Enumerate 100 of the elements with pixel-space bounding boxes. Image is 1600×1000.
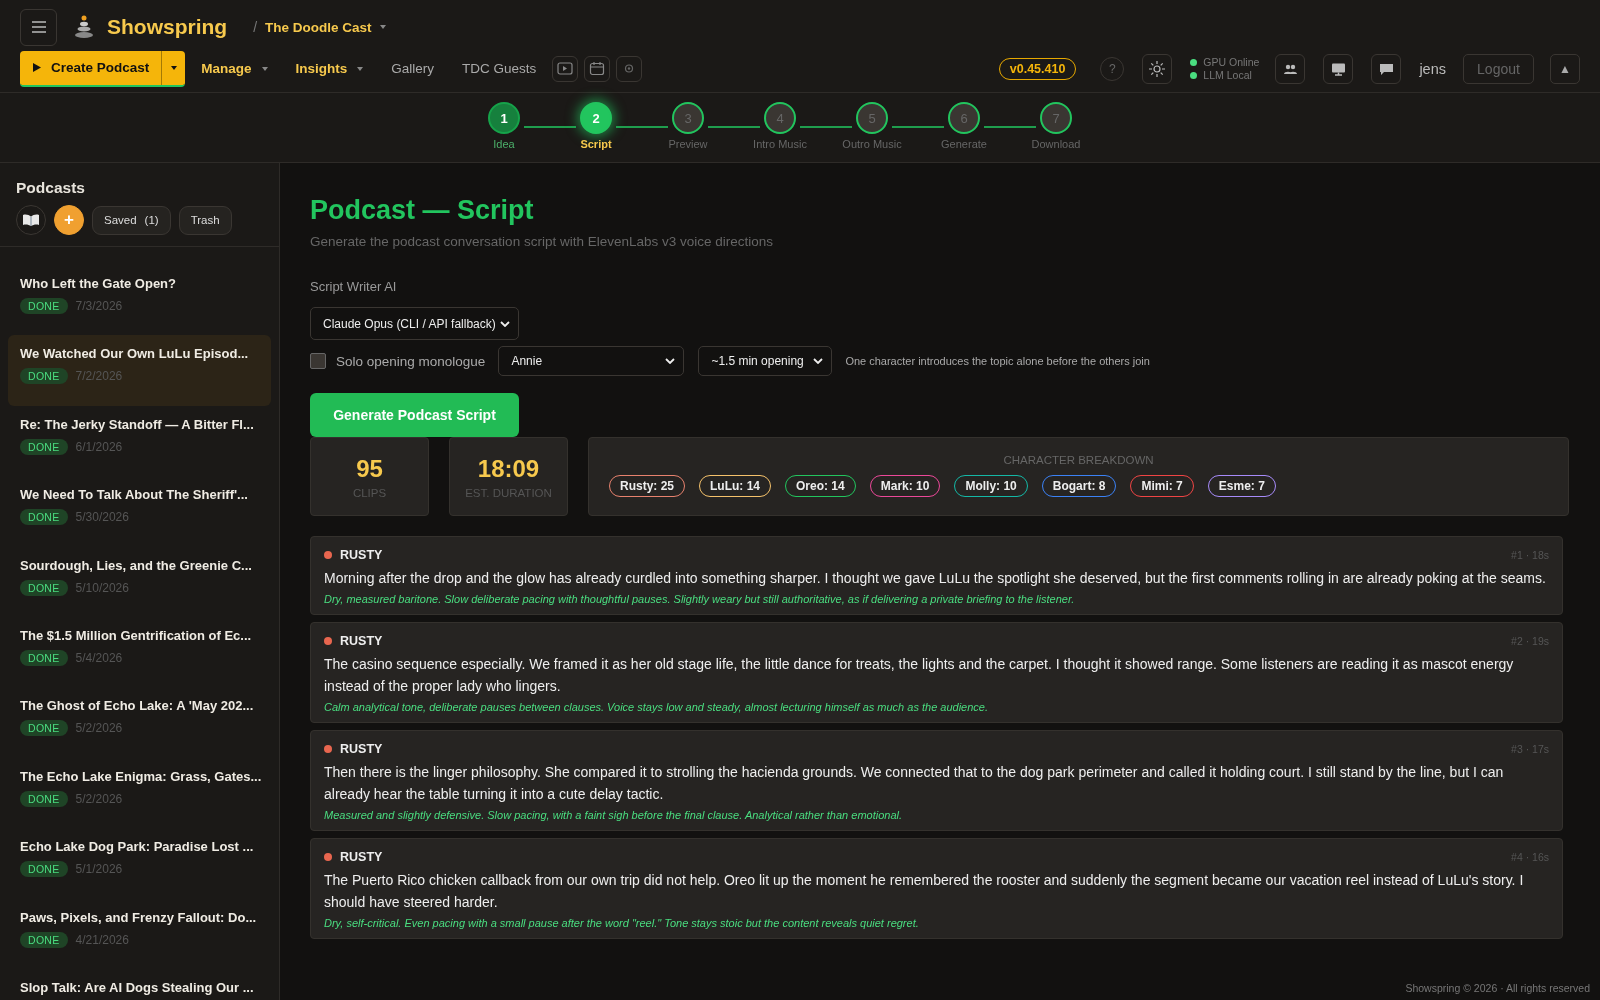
- nav-link[interactable]: Manage: [201, 61, 268, 76]
- line-text: The casino sequence especially. We framed it as her old stage life, the little dance for treats, the lights and the carpet. I thought it showed range. Some listeners are reading it as mascot energy instead of the proper lady who lingers.: [324, 654, 1515, 696]
- chevron-icon: [665, 358, 676, 364]
- chevron-icon: [813, 358, 824, 364]
- podcast-title: Echo Lake Dog Park: Paradise Lost ...: [20, 838, 254, 856]
- voice-direction: Measured and slightly defensive. Slow pacing, with a faint sigh before the final clause. Analytical rather than emotional.: [324, 808, 904, 821]
- video-icon: [557, 61, 574, 76]
- theme-button[interactable]: [1142, 53, 1173, 84]
- podcast-date: 6/1/2026: [75, 439, 123, 454]
- status-tag: DONE: [20, 509, 68, 526]
- toolbar-button[interactable]: [584, 55, 611, 82]
- speaker-name: RUSTY: [340, 741, 383, 756]
- toolbar-button[interactable]: [1275, 53, 1306, 84]
- step-label: Download: [1031, 138, 1081, 150]
- book-icon: [23, 214, 39, 226]
- caret-icon: [261, 66, 268, 71]
- podcast-title: Re: The Jerky Standoff — A Bitter Fl...: [20, 415, 254, 433]
- step-label: Idea: [493, 138, 515, 150]
- podcast-date: 7/3/2026: [75, 299, 123, 313]
- chat-icon: [1378, 61, 1394, 76]
- status-tag: DONE: [20, 720, 68, 737]
- toolbar-button[interactable]: [1371, 53, 1402, 84]
- nav-link[interactable]: Insights: [295, 61, 364, 76]
- caret-icon: [379, 25, 386, 29]
- podcast-item[interactable]: Echo Lake Dog Park: Paradise Lost ... DONE 5/1/2026: [8, 828, 271, 899]
- step-label: Generate: [941, 138, 987, 150]
- library-button[interactable]: [16, 205, 46, 235]
- step-circle[interactable]: 1: [488, 102, 520, 134]
- field-label: Script Writer AI: [310, 279, 398, 294]
- page-subtitle: Generate the podcast conversation script with ElevenLabs v3 voice directions: [310, 234, 774, 249]
- chevron-icon: [500, 320, 510, 327]
- podcast-item[interactable]: We Watched Our Own LuLu Episod... DONE 7/2/2026: [8, 335, 271, 406]
- length-select[interactable]: ~1.5 min opening: [698, 346, 833, 376]
- status-tag: DONE: [20, 368, 68, 385]
- podcast-item[interactable]: The Ghost of Echo Lake: A 'May 202... DONE 5/2/2026: [8, 687, 271, 758]
- status-tag: DONE: [20, 861, 68, 878]
- podcast-title: We Need To Talk About The Sheriff'...: [20, 486, 248, 504]
- dropdown-button[interactable]: [161, 50, 186, 85]
- podcast-item[interactable]: We Need To Talk About The Sheriff'... DONE 5/30/2026: [8, 476, 271, 547]
- nav-link[interactable]: TDC Guests: [462, 61, 537, 76]
- podcast-date: 7/2/2026: [75, 369, 123, 384]
- podcast-item[interactable]: Paws, Pixels, and Frenzy Fallout: Do... DONE 4/21/2026: [8, 898, 271, 969]
- podcast-item[interactable]: The Echo Lake Enigma: Grass, Gates... DONE 5/2/2026: [8, 757, 271, 829]
- stat-value: 95: [356, 454, 383, 483]
- step-connector: [892, 126, 944, 128]
- podcast-title: The Echo Lake Enigma: Grass, Gates...: [20, 767, 262, 785]
- podcast-title: Slop Talk: Are AI Dogs Stealing Our ...: [20, 978, 254, 996]
- podcast-date: 5/2/2026: [75, 721, 123, 736]
- line-text: The Puerto Rico chicken callback from our own trip did not help. Oreo lit up the moment he remembered the rooster and suddenly the segment became our vacation reel instead of LuLu's story. I should have steered harder.: [324, 870, 1525, 912]
- trash-button[interactable]: Trash: [178, 205, 232, 235]
- podcast-date: 5/1/2026: [75, 862, 123, 877]
- user-name: jens: [1419, 60, 1446, 77]
- brand-name: Showspring: [107, 15, 228, 39]
- hint-text: One character introduces the topic alone before the others join: [845, 355, 1150, 367]
- checkbox[interactable]: [310, 353, 326, 369]
- podcast-date: 5/30/2026: [75, 510, 129, 525]
- status-tag: DONE: [20, 790, 68, 807]
- nav-link[interactable]: Gallery: [391, 61, 435, 76]
- podcast-date: 5/10/2026: [75, 580, 129, 595]
- status-tag: DONE: [20, 649, 68, 666]
- podcast-item[interactable]: The $1.5 Million Gentrification of Ec... DONE 5/4/2026: [8, 616, 271, 688]
- play-icon: [33, 63, 41, 72]
- writer-select[interactable]: Claude Opus (CLI / API fallback): [310, 307, 519, 340]
- podcast-item[interactable]: Re: The Jerky Standoff — A Bitter Fl... DONE 6/1/2026: [8, 405, 271, 477]
- voice-direction: Dry, self-critical. Even pacing with a small pause after the word "reel." Tone stays stoic but the content reveals quiet regret.: [324, 916, 920, 929]
- stat-value: 18:09: [477, 454, 540, 483]
- create-podcast-button[interactable]: Create Podcast: [20, 50, 162, 85]
- stacked-stones-icon: [73, 15, 95, 39]
- saved-button[interactable]: Saved (1): [92, 205, 171, 235]
- step-connector: [708, 126, 760, 128]
- podcast-title: Paws, Pixels, and Frenzy Fallout: Do...: [20, 908, 257, 926]
- status-tag: DONE: [20, 931, 68, 948]
- speaker-name: RUSTY: [340, 633, 383, 648]
- podcast-date: 5/2/2026: [75, 791, 123, 806]
- podcast-title: We Watched Our Own LuLu Episod...: [20, 345, 249, 363]
- breakdown-title: CHARACTER BREAKDOWN: [1002, 454, 1155, 466]
- footer-text: Showspring © 2026 · All rights reserved: [1405, 982, 1590, 994]
- checkbox-label: Solo opening monologue: [336, 353, 486, 369]
- podcast-date: 5/4/2026: [75, 650, 123, 665]
- step-label: Preview: [668, 138, 708, 150]
- caret-icon: [357, 66, 364, 71]
- collapse-button[interactable]: ▲: [1550, 53, 1580, 84]
- step-connector: [984, 126, 1036, 128]
- caret-icon: [170, 65, 177, 70]
- podcast-item[interactable]: Who Left the Gate Open? DONE 7/3/2026: [8, 265, 271, 336]
- toolbar-button[interactable]: [1323, 53, 1354, 84]
- step-label: Intro Music: [753, 138, 807, 150]
- podcast-item[interactable]: Slop Talk: Are AI Dogs Stealing Our ...: [8, 968, 271, 1000]
- menu-button[interactable]: [20, 8, 57, 46]
- status-text: LLM Local: [1203, 69, 1252, 81]
- character-select[interactable]: Annie: [498, 346, 685, 376]
- step-label: Outro Music: [842, 138, 902, 150]
- step-connector: [524, 126, 576, 128]
- monitor-icon: [1330, 61, 1346, 76]
- step-label: Script: [580, 138, 612, 150]
- page-title: Podcast — Script: [310, 194, 535, 227]
- sun-icon: [1149, 60, 1166, 77]
- workspace-selector[interactable]: The Doodle Cast: [265, 19, 386, 35]
- podcast-item[interactable]: Sourdough, Lies, and the Greenie C... DONE 5/10/2026: [8, 546, 271, 617]
- line-text: Morning after the drop and the glow has already curdled into something sharper. I thought we gave LuLu the spotlight she deserved, but the first comments rolling in are already poking at the seams.: [324, 569, 1547, 588]
